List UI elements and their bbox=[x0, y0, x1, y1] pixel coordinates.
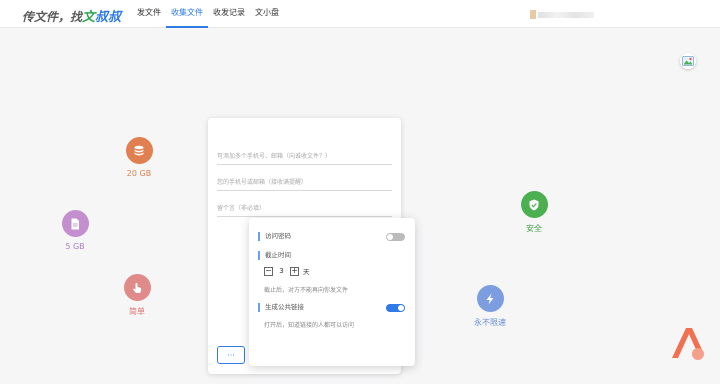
toggle-knob bbox=[387, 234, 393, 240]
feature-5gb: 5 GB bbox=[45, 210, 105, 251]
image-icon bbox=[682, 56, 694, 66]
minus-button[interactable]: − bbox=[264, 266, 273, 276]
brand-logo-icon bbox=[672, 328, 704, 360]
top-header: 传文件，找文叔叔 发文件 收集文件 收发记录 文小盘 bbox=[0, 0, 720, 28]
feature-label: 安全 bbox=[526, 224, 542, 233]
logo-accent-2: 叔叔 bbox=[95, 10, 122, 25]
database-icon bbox=[134, 145, 144, 155]
lightning-icon bbox=[486, 293, 494, 304]
settings-popover: 访问密码 截止时间 − 3 + 天 截止后，对方不能再向你发文件 生成公共链接 … bbox=[249, 218, 415, 366]
feature-label: 简单 bbox=[129, 307, 145, 316]
shield-check-icon bbox=[529, 199, 539, 210]
feature-circle bbox=[125, 137, 153, 164]
feature-label: 20 GB bbox=[126, 169, 152, 178]
deadline-stepper: − 3 + 天 bbox=[264, 266, 310, 276]
logo-accent: 文 bbox=[82, 10, 96, 25]
user-name-redacted bbox=[538, 11, 594, 18]
main-nav: 发文件 收集文件 收发记录 文小盘 bbox=[132, 0, 284, 28]
avatar bbox=[530, 10, 536, 19]
site-logo[interactable]: 传文件，找文叔叔 bbox=[22, 6, 121, 25]
image-badge[interactable] bbox=[680, 53, 696, 69]
password-label: 访问密码 bbox=[258, 232, 291, 241]
logo-text: 传文件，找 bbox=[22, 10, 83, 24]
nav-send-files[interactable]: 发文件 bbox=[132, 0, 166, 28]
nav-collect-files[interactable]: 收集文件 bbox=[166, 0, 208, 28]
user-menu[interactable] bbox=[530, 10, 594, 19]
nav-drive[interactable]: 文小盘 bbox=[250, 0, 284, 28]
deadline-unit: 天 bbox=[303, 268, 310, 276]
feature-simple: 简单 bbox=[107, 274, 167, 317]
hand-pointer-icon bbox=[133, 282, 142, 293]
deadline-hint: 截止后，对方不能再向你发文件 bbox=[264, 287, 349, 294]
toggle-knob bbox=[398, 305, 404, 311]
message-textarea[interactable]: 留个言（非必填） bbox=[217, 203, 392, 217]
more-options-button[interactable]: ··· bbox=[217, 346, 245, 364]
recipients-input[interactable]: 可添加多个手机号、邮箱（向谁收文件？） bbox=[217, 151, 392, 165]
password-toggle[interactable] bbox=[386, 233, 405, 241]
public-link-toggle[interactable] bbox=[386, 304, 405, 312]
deadline-label: 截止时间 bbox=[258, 251, 291, 260]
feature-circle bbox=[520, 191, 548, 218]
public-link-hint: 打开后，知道链接的人都可以访问 bbox=[264, 322, 355, 329]
feature-20gb: 20 GB bbox=[109, 137, 169, 178]
deadline-value: 3 bbox=[279, 267, 284, 275]
feature-unlimited-speed: 永不限速 bbox=[460, 285, 520, 328]
feature-circle bbox=[61, 210, 89, 237]
plus-button[interactable]: + bbox=[290, 266, 299, 276]
feature-label: 永不限速 bbox=[474, 318, 506, 327]
public-link-label: 生成公共链接 bbox=[258, 303, 304, 312]
feature-circle bbox=[476, 285, 504, 312]
feature-circle bbox=[123, 274, 151, 301]
feature-label: 5 GB bbox=[65, 242, 85, 251]
contact-input[interactable]: 您的手机号或邮箱（接收满提醒） bbox=[217, 177, 392, 191]
file-icon bbox=[71, 218, 79, 229]
feature-secure: 安全 bbox=[504, 191, 564, 234]
nav-records[interactable]: 收发记录 bbox=[208, 0, 250, 28]
